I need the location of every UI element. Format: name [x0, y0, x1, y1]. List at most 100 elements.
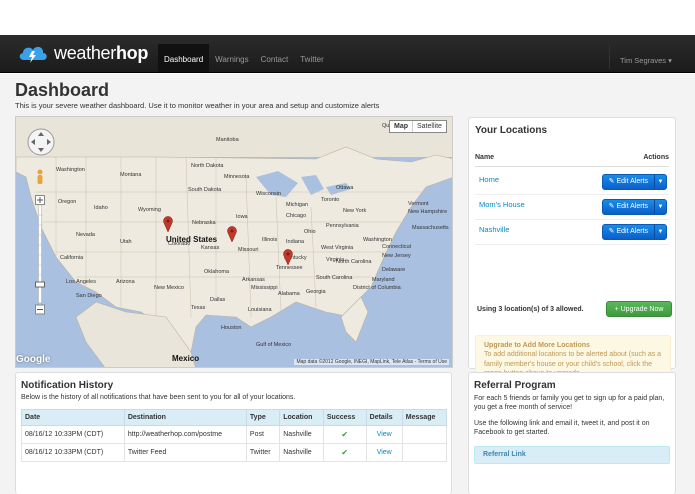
map-label: New Mexico: [154, 285, 184, 291]
zoom-slider[interactable]: [35, 195, 45, 315]
map-label: Toronto: [321, 197, 340, 203]
referral-panel: Referral Program For each 5 friends or f…: [468, 372, 676, 494]
cell-date: 08/16/12 10:33PM (CDT): [21, 443, 125, 462]
google-logo: Google: [16, 354, 51, 365]
map-label: North Dakota: [191, 163, 224, 169]
edit-alerts-label: Edit Alerts: [616, 228, 648, 235]
checkmark-icon: ✔: [322, 425, 367, 444]
cell-date: 08/16/12 10:33PM (CDT): [21, 425, 125, 444]
map-label: Idaho: [94, 205, 108, 211]
user-menu[interactable]: Tim Segraves ▾: [620, 56, 672, 65]
map-label: Wisconsin: [256, 191, 282, 197]
map-label: Nevada: [76, 232, 95, 238]
map-label: Louisiana: [248, 307, 272, 313]
map-label: Indiana: [286, 239, 305, 245]
edit-alerts-button[interactable]: ✎ Edit Alerts ▼: [601, 224, 667, 240]
nav-contact[interactable]: Contact: [255, 48, 295, 72]
map-label: Mississippi: [251, 285, 278, 291]
map-label: Gulf of Mexico: [256, 342, 292, 348]
map-label: Manitoba: [216, 137, 239, 143]
col-type: Type: [245, 409, 281, 426]
main-nav: Dashboard Warnings Contact Twitter: [158, 44, 330, 72]
map-label: California: [60, 255, 84, 261]
locations-panel: Your Locations Name Actions Home ✎ Edit …: [468, 117, 676, 389]
map-label: Iowa: [236, 214, 248, 220]
notification-table: Date Destination Type Location Success D…: [21, 409, 448, 462]
cell-type: Twitter: [245, 443, 281, 462]
referral-title: Referral Program: [474, 380, 556, 391]
upgrade-now-button[interactable]: + Upgrade Now: [606, 301, 672, 317]
map-label: Ohio: [304, 229, 316, 235]
map-label: Arizona: [116, 279, 135, 285]
map-type-satellite-button[interactable]: Satellite: [413, 121, 446, 132]
map-label: Ottawa: [336, 185, 354, 191]
brand-logo[interactable]: weatherhop: [17, 41, 148, 65]
weather-map[interactable]: Quebec Manitoba Washington North Dakota …: [15, 116, 453, 368]
top-navbar: weatherhop Dashboard Warnings Contact Tw…: [0, 35, 695, 73]
nav-divider: [609, 45, 610, 69]
map-label: Chicago: [286, 213, 307, 219]
brand-name: weatherhop: [54, 42, 149, 63]
map-label: Vermont: [408, 201, 429, 207]
referral-link-box[interactable]: Referral Link: [474, 446, 670, 464]
map-label: Texas: [191, 305, 206, 311]
map-label: Michigan: [286, 202, 309, 208]
map-type-toggle: Map Satellite: [389, 120, 447, 133]
cloud-lightning-icon: [19, 46, 47, 63]
map-label: Massachusetts: [412, 225, 449, 231]
country-label-mexico: Mexico: [172, 354, 200, 363]
dropdown-caret-icon[interactable]: ▼: [654, 225, 666, 239]
dropdown-caret-icon[interactable]: ▼: [654, 200, 666, 214]
map-attribution[interactable]: Map data ©2012 Google, INEGI, MapLink, T…: [294, 359, 449, 365]
location-link[interactable]: Mom's House: [479, 200, 525, 209]
location-row: Home ✎ Edit Alerts ▼: [475, 171, 669, 195]
pencil-icon: ✎: [608, 178, 615, 185]
location-link[interactable]: Nashville: [479, 225, 509, 234]
map-label: West Virginia: [321, 245, 354, 251]
pan-control-icon[interactable]: [26, 127, 56, 157]
view-link[interactable]: View: [365, 443, 403, 462]
col-details: Details: [365, 409, 403, 426]
nav-dashboard[interactable]: Dashboard: [158, 44, 210, 72]
map-label: Kansas: [201, 245, 220, 251]
edit-alerts-button[interactable]: ✎ Edit Alerts ▼: [601, 199, 667, 215]
map-label: Delaware: [382, 267, 406, 273]
map-label: District of Columbia: [353, 285, 401, 291]
map-label: Georgia: [306, 289, 326, 295]
map-label: Nebraska: [192, 220, 216, 226]
col-success: Success: [322, 409, 367, 426]
map-label: South Carolina: [316, 275, 353, 281]
cell-message: [401, 443, 448, 462]
cell-destination: Twitter Feed: [123, 443, 247, 462]
country-label: United States: [166, 235, 218, 244]
location-pin-icon[interactable]: [283, 249, 293, 265]
nav-twitter[interactable]: Twitter: [294, 48, 330, 72]
table-row: 08/16/12 10:33PM (CDT) http://weatherhop…: [21, 425, 448, 444]
map-type-map-button[interactable]: Map: [390, 121, 413, 132]
location-pin-icon[interactable]: [227, 226, 237, 242]
referral-text: For each 5 friends or family you get to …: [474, 395, 665, 412]
map-label: Missouri: [238, 247, 259, 253]
map-label: Alabama: [278, 291, 300, 297]
edit-alerts-label: Edit Alerts: [616, 203, 648, 210]
col-actions: Actions: [643, 154, 669, 161]
main-content: Dashboard This is your severe weather da…: [0, 74, 695, 494]
view-link[interactable]: View: [365, 425, 403, 444]
location-pin-icon[interactable]: [163, 216, 173, 232]
upgrade-alert-title: Upgrade to Add More Locations: [484, 342, 590, 349]
edit-alerts-button[interactable]: ✎ Edit Alerts ▼: [601, 174, 667, 190]
map-label: Tennessee: [276, 265, 303, 271]
map-label: Houston: [221, 325, 242, 331]
page-title: Dashboard: [15, 80, 110, 100]
col-date: Date: [21, 409, 125, 426]
map-label: Oregon: [58, 199, 77, 205]
nav-warnings[interactable]: Warnings: [209, 48, 255, 72]
map-label: Los Angeles: [66, 279, 96, 285]
table-header-row: Date Destination Type Location Success D…: [21, 409, 448, 426]
map-label: Utah: [120, 239, 132, 245]
dropdown-caret-icon[interactable]: ▼: [654, 175, 666, 189]
edit-alerts-label: Edit Alerts: [616, 178, 648, 185]
location-link[interactable]: Home: [479, 175, 499, 184]
pegman-icon[interactable]: [35, 169, 45, 185]
map-label: New Hampshire: [408, 209, 448, 215]
